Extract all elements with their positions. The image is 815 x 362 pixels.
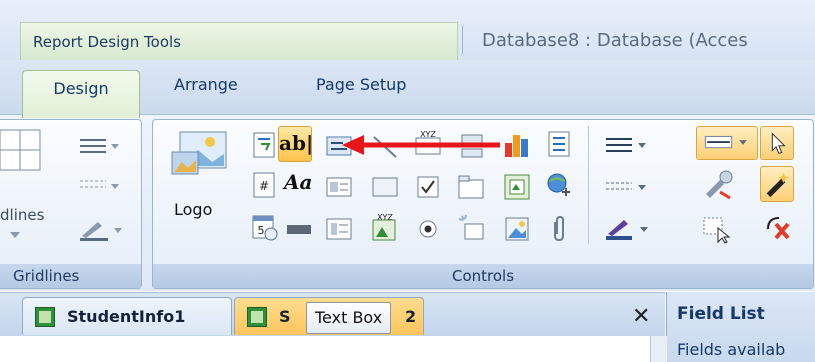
svg-text:#: # — [259, 179, 269, 193]
page-numbers-icon[interactable]: # — [249, 170, 279, 200]
property-sheet-icon[interactable] — [700, 168, 736, 202]
gridlines-button-label[interactable]: dlines — [0, 206, 44, 224]
page-break-icon[interactable] — [456, 131, 486, 161]
line-type-icon[interactable] — [604, 176, 650, 198]
controls-separator — [588, 126, 589, 244]
label-button[interactable]: Aa — [284, 170, 314, 200]
select-icon — [771, 132, 786, 154]
ribbon-tab-strip: Design Arrange Page Setup — [0, 60, 815, 118]
text-box-button[interactable]: ab| — [278, 126, 314, 162]
group-label-controls: Controls — [153, 264, 813, 288]
attachment-icon[interactable] — [544, 214, 574, 244]
gridlines-icon[interactable] — [0, 128, 42, 172]
svg-text:5: 5 — [258, 224, 265, 237]
tooltip-text-box: Text Box — [306, 302, 392, 334]
report-icon — [247, 307, 267, 327]
option-button-icon[interactable] — [413, 214, 443, 244]
title-icon[interactable] — [249, 130, 279, 160]
date-time-icon[interactable]: 5 — [249, 212, 279, 242]
close-icon[interactable]: ✕ — [632, 304, 650, 329]
label-glyph: Aa — [284, 170, 313, 194]
line-style-dropdown-button[interactable] — [696, 126, 758, 160]
ribbon: Gridlines Controls — [0, 114, 815, 291]
tab-design[interactable]: Design — [22, 70, 140, 118]
group-label-gridlines: Gridlines — [0, 264, 141, 288]
list-box-icon[interactable] — [544, 129, 574, 159]
tab-arrange[interactable]: Arrange — [174, 75, 238, 94]
use-control-wizards-button[interactable] — [760, 166, 794, 202]
tab-order-icon[interactable] — [700, 214, 734, 244]
context-tab-label: Report Design Tools — [33, 33, 182, 51]
delete-control-icon[interactable] — [762, 214, 796, 244]
check-box-icon[interactable] — [413, 172, 443, 202]
toggle-button-icon[interactable] — [284, 214, 314, 244]
text-box-icon: ab| — [279, 131, 314, 155]
option-group-icon[interactable] — [324, 214, 354, 244]
line-icon[interactable] — [370, 131, 400, 161]
report-icon — [35, 307, 55, 327]
logo-label[interactable]: Logo — [174, 200, 212, 219]
svg-text:XYZ: XYZ — [420, 130, 436, 139]
vertical-scrollbar[interactable] — [650, 336, 667, 362]
line-thickness-icon[interactable] — [604, 134, 650, 156]
select-button[interactable] — [760, 126, 794, 160]
combo-box-icon[interactable]: XYZ — [413, 129, 443, 159]
context-tab-report-design-tools: Report Design Tools — [20, 22, 458, 60]
line-color-icon[interactable] — [76, 218, 126, 242]
image-icon[interactable] — [502, 214, 532, 244]
logo-icon[interactable] — [168, 128, 230, 180]
document-tab-studentinfo1[interactable]: StudentInfo1 — [22, 297, 232, 335]
report-design-canvas[interactable] — [0, 336, 666, 362]
line-width-icon[interactable] — [78, 176, 122, 196]
hyperlink-icon[interactable] — [544, 170, 574, 200]
document-tab-label-suffix: 2 — [405, 307, 417, 326]
tab-page-setup[interactable]: Page Setup — [316, 75, 406, 94]
field-list-title: Field List — [677, 304, 765, 324]
border-color-icon[interactable] — [602, 216, 658, 242]
line-style-icon[interactable] — [78, 136, 122, 156]
field-list-pane: Field List Fields availab — [666, 292, 815, 362]
tab-control-icon[interactable] — [456, 172, 486, 202]
title-separator — [462, 26, 463, 54]
svg-text:XYZ: XYZ — [377, 213, 393, 222]
title-bar: Report Design Tools Database8 : Database… — [0, 0, 815, 60]
bound-object-frame-icon[interactable]: XYZ — [370, 212, 400, 242]
window-title: Database8 : Database (Acces — [482, 30, 748, 51]
document-tab-label: S — [279, 307, 291, 326]
field-list-subtitle: Fields availab — [677, 340, 786, 359]
button-icon[interactable] — [324, 172, 354, 202]
insert-activex-icon[interactable] — [456, 212, 486, 242]
subform-icon[interactable] — [502, 172, 532, 202]
rectangle-icon[interactable] — [370, 172, 400, 202]
chart-icon[interactable] — [502, 129, 532, 159]
use-control-wizards-icon — [766, 172, 790, 198]
label-icon[interactable] — [324, 131, 354, 161]
dropdown-arrow-icon[interactable] — [8, 230, 22, 240]
document-tab-label: StudentInfo1 — [67, 307, 186, 326]
